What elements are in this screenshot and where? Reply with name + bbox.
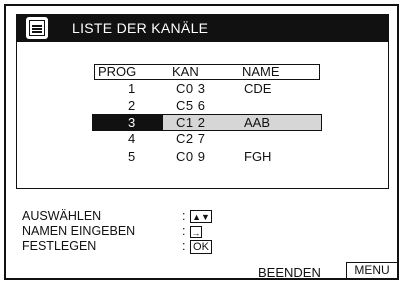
selection-highlight-prog (92, 114, 162, 131)
channel-kan: C5 6 (176, 98, 206, 113)
right-arrow-icon[interactable]: → (190, 226, 202, 238)
channel-row-selected[interactable]: 3 C1 2 AAB (92, 114, 322, 131)
column-header-kan: KAN (172, 64, 199, 79)
channel-row[interactable]: 5 C0 9 FGH (92, 148, 322, 165)
channel-kan: C1 2 (176, 115, 206, 130)
title-bar: LISTE DER KANÄLE (16, 14, 389, 42)
channel-row[interactable]: 2 C5 6 (92, 97, 322, 114)
column-header-prog: PROG (98, 64, 137, 79)
channel-prog: 1 (128, 81, 136, 96)
channel-row[interactable]: 4 C2 7 (92, 130, 322, 147)
ok-key[interactable]: OK (190, 240, 212, 254)
instruction-colon: : (182, 224, 186, 238)
channel-kan: C2 7 (176, 131, 206, 146)
channel-kan: C0 3 (176, 81, 206, 96)
instruction-colon: : (182, 209, 186, 223)
instruction-confirm-label: FESTLEGEN (22, 239, 97, 253)
instruction-colon: : (182, 239, 186, 253)
channel-prog: 2 (128, 98, 136, 113)
channel-name: CDE (244, 81, 272, 96)
menu-list-icon (26, 17, 48, 39)
channel-name: FGH (244, 149, 272, 164)
channel-kan: C0 9 (176, 149, 206, 164)
exit-label: BEENDEN (258, 265, 321, 280)
channel-name: AAB (244, 115, 271, 130)
channel-prog: 3 (128, 115, 136, 130)
up-down-arrows-icon[interactable]: ▲▼ (190, 210, 212, 223)
column-header-name: NAME (242, 64, 280, 79)
channel-prog: 4 (128, 131, 136, 146)
channel-prog: 5 (128, 149, 136, 164)
channel-row[interactable]: 1 C0 3 CDE (92, 80, 322, 97)
instruction-enter-name-label: NAMEN EINGEBEN (22, 224, 136, 238)
menu-button[interactable]: MENU (346, 262, 398, 279)
instruction-select-label: AUSWÄHLEN (22, 209, 102, 223)
page-title: LISTE DER KANÄLE (72, 20, 209, 36)
tv-osd-screen: LISTE DER KANÄLE PROG KAN NAME 1 C0 3 CD… (4, 4, 399, 280)
